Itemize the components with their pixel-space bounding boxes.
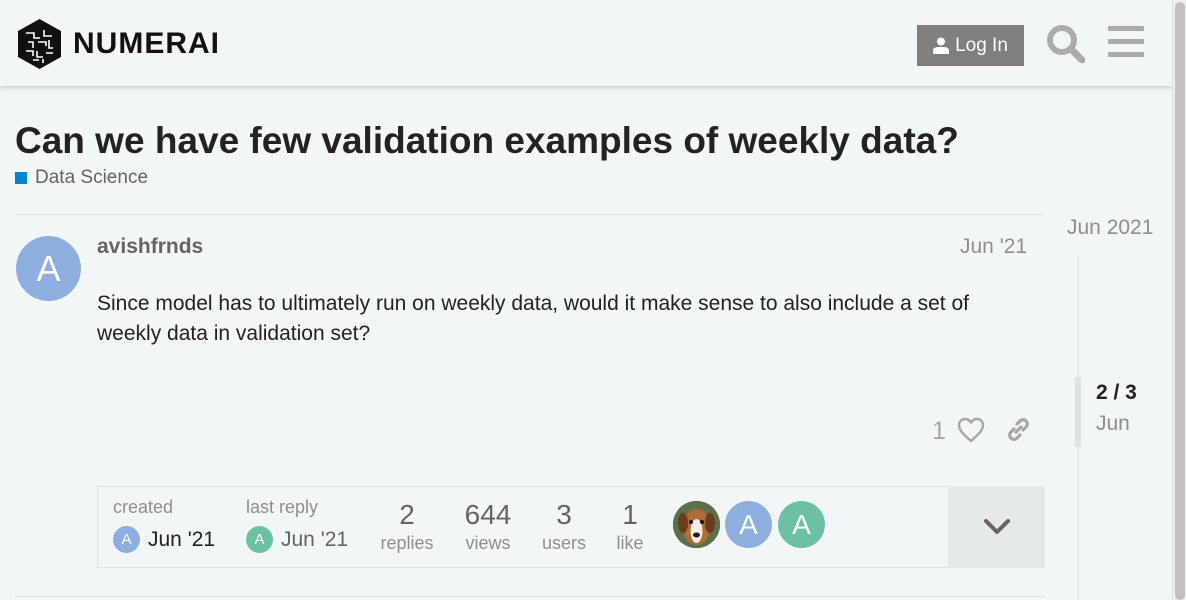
page-scrollbar[interactable] xyxy=(1172,0,1186,600)
site-header: NUMERAI Log In xyxy=(0,0,1172,86)
stat-users: 3 users xyxy=(540,499,588,554)
participant-avatar[interactable]: A xyxy=(778,501,825,548)
stat-number: 1 xyxy=(622,499,638,530)
stat-number: 3 xyxy=(556,499,572,530)
created-date: Jun '21 xyxy=(148,527,216,551)
scrollbar-thumb[interactable] xyxy=(1175,2,1185,600)
participant-avatar-dog[interactable] xyxy=(673,501,720,548)
last-reply-date: Jun '21 xyxy=(281,527,349,551)
expand-topic-map-button[interactable] xyxy=(948,486,1045,568)
heart-icon[interactable] xyxy=(957,417,985,443)
chevron-down-icon xyxy=(983,519,1010,534)
stat-replies: 2 replies xyxy=(378,499,436,554)
category-label: Data Science xyxy=(35,167,149,188)
stat-number: 644 xyxy=(464,499,512,530)
numerai-logo[interactable]: NUMERAI xyxy=(16,18,220,70)
created-info: created A Jun '21 xyxy=(113,497,215,553)
category-badge-icon xyxy=(15,172,27,184)
last-reply-label: last reply xyxy=(246,497,319,517)
stat-views: 644 views xyxy=(460,499,516,554)
login-label: Log In xyxy=(955,34,1008,56)
logo-mark-icon xyxy=(18,19,61,69)
divider xyxy=(15,596,1045,597)
link-icon[interactable] xyxy=(1005,416,1032,443)
hamburger-menu-icon[interactable] xyxy=(1108,26,1144,60)
timeline-handle[interactable] xyxy=(1075,377,1081,447)
category-link[interactable]: Data Science xyxy=(15,167,148,189)
post-date[interactable]: Jun '21 xyxy=(960,235,1027,259)
timeline-position: 2 / 3 xyxy=(1096,381,1137,404)
topic-map: created A Jun '21 last reply A Jun '21 2… xyxy=(97,486,948,568)
stat-label: like xyxy=(616,533,644,553)
login-button[interactable]: Log In xyxy=(917,25,1024,66)
post-username[interactable]: avishfrnds xyxy=(97,235,203,259)
last-reply-avatar[interactable]: A xyxy=(246,526,273,553)
logo-text: NUMERAI xyxy=(73,27,220,60)
stat-label: replies xyxy=(380,533,434,553)
divider xyxy=(15,214,1045,215)
created-label: created xyxy=(113,497,174,517)
like-count[interactable]: 1 xyxy=(932,417,946,446)
last-reply-info[interactable]: last reply A Jun '21 xyxy=(246,497,348,553)
timeline-start-date[interactable]: Jun 2021 xyxy=(1067,216,1153,240)
post-body: Since model has to ultimately run on wee… xyxy=(97,292,969,345)
stat-label: users xyxy=(541,533,586,553)
user-icon xyxy=(933,37,950,54)
participant-avatar[interactable]: A xyxy=(725,501,772,548)
stat-label: views xyxy=(465,533,511,553)
dog-photo-icon xyxy=(673,501,720,548)
stat-number: 2 xyxy=(399,499,415,530)
search-icon[interactable] xyxy=(1046,24,1085,63)
author-avatar[interactable]: A xyxy=(16,236,81,301)
timeline-current-date: Jun xyxy=(1096,412,1130,435)
created-avatar[interactable]: A xyxy=(113,526,140,553)
stat-likes: 1 like xyxy=(612,499,648,554)
topic-title: Can we have few validation examples of w… xyxy=(15,120,959,161)
